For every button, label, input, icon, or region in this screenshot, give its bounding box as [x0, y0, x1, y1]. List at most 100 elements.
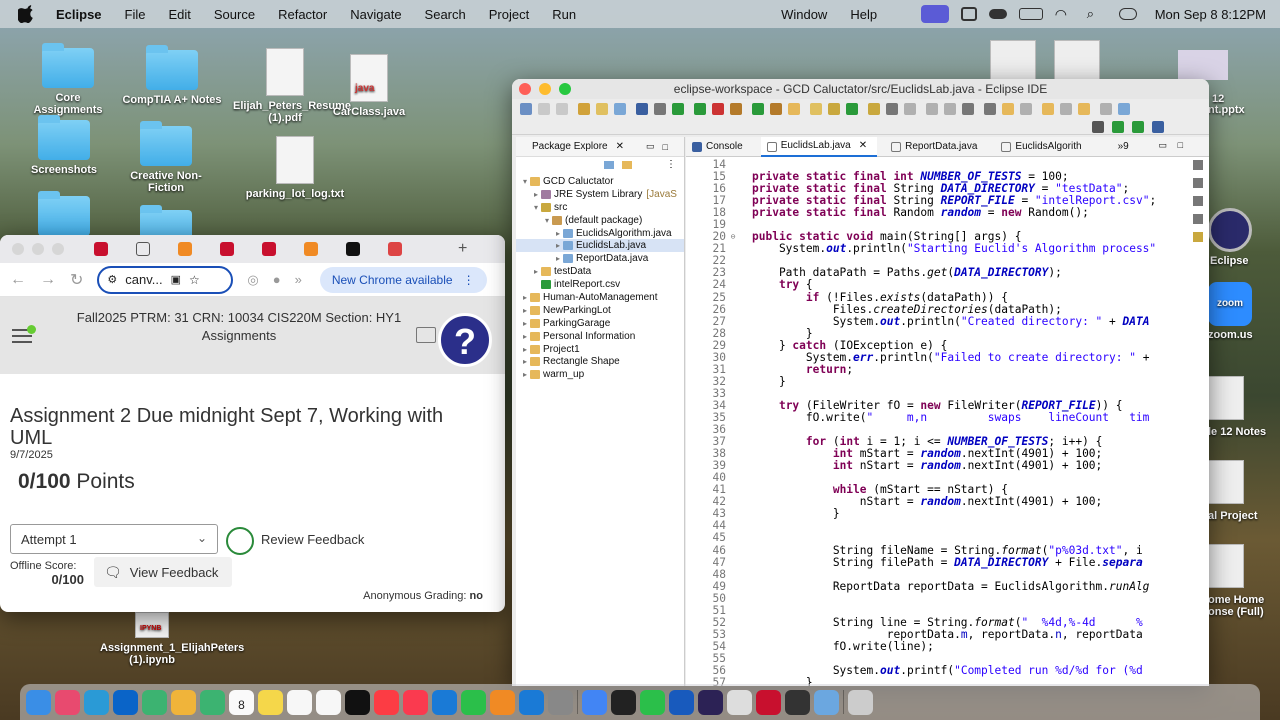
chevron-right-icon[interactable]: ▸: [520, 306, 530, 315]
chevron-down-icon[interactable]: ▾: [531, 203, 541, 212]
word-icon[interactable]: [669, 689, 694, 715]
desktop-folder-core-assignments[interactable]: Core Assignments: [20, 43, 116, 116]
tab-icon-5[interactable]: [262, 242, 276, 256]
pin-icon[interactable]: [846, 103, 858, 115]
fold-marker-icon[interactable]: [728, 605, 738, 617]
tab-euclidsalgorithm[interactable]: EuclidsAlgorith: [995, 137, 1091, 157]
fold-marker-icon[interactable]: [728, 183, 738, 195]
tab-euclidslab[interactable]: EuclidsLab.java ✕: [760, 136, 878, 157]
fold-marker-icon[interactable]: [728, 520, 738, 532]
new-package-icon[interactable]: [730, 103, 742, 115]
link-editor-icon[interactable]: [622, 161, 632, 169]
code-editor[interactable]: 14 15 private static final int NUMBER_OF_T…: [686, 159, 1209, 686]
problems-icon[interactable]: [1193, 196, 1203, 206]
desktop-file-ipynb[interactable]: IPYNB Assignment_1_ElijahPeters (1).ipyn…: [100, 612, 244, 666]
close-dot[interactable]: [12, 243, 24, 255]
tab-icon-6[interactable]: [304, 242, 318, 256]
fold-marker-icon[interactable]: [728, 364, 738, 376]
desktop-file-parking-log[interactable]: parking_lot_log.txt: [245, 136, 345, 200]
forward-dropdown-icon[interactable]: [1100, 103, 1112, 115]
fold-marker-icon[interactable]: [728, 388, 738, 400]
new-icon[interactable]: [520, 103, 532, 115]
new-window-icon[interactable]: [1118, 103, 1130, 115]
chevron-right-icon[interactable]: ▸: [520, 345, 530, 354]
chrome-icon[interactable]: [582, 689, 607, 715]
trash-icon[interactable]: [848, 689, 873, 715]
view-feedback-button[interactable]: 🗨 View Feedback: [94, 557, 232, 587]
fold-marker-icon[interactable]: [728, 207, 738, 219]
back-icon[interactable]: [1042, 103, 1054, 115]
fold-marker-icon[interactable]: [728, 159, 738, 171]
control-center-icon[interactable]: [1118, 8, 1137, 20]
progress-icon[interactable]: [640, 689, 665, 715]
tab-icon-1[interactable]: [94, 242, 108, 256]
debug-perspective-icon[interactable]: [1152, 121, 1164, 133]
save-icon[interactable]: [538, 103, 550, 115]
minimize-view-icon[interactable]: ▭: [646, 141, 655, 152]
fold-marker-icon[interactable]: [728, 508, 738, 520]
chevron-right-icon[interactable]: ▸: [520, 293, 530, 302]
chevron-right-icon[interactable]: ▸: [520, 319, 530, 328]
tab-console[interactable]: Console: [686, 137, 753, 157]
package-explorer-tab[interactable]: Package Explore ✕ ▭ □: [516, 137, 684, 157]
battery-icon[interactable]: [1018, 8, 1043, 20]
fold-marker-icon[interactable]: [728, 171, 738, 183]
fold-marker-icon[interactable]: [728, 641, 738, 653]
grammarly-icon[interactable]: [960, 7, 977, 21]
close-icon[interactable]: ✕: [859, 140, 867, 151]
review-feedback-link[interactable]: Review Feedback: [261, 532, 364, 547]
tree-item[interactable]: ▸ NewParkingLot: [516, 304, 684, 317]
highlight-icon[interactable]: [868, 103, 880, 115]
menu-clock[interactable]: Mon Sep 8 8:12PM: [1155, 7, 1266, 22]
fold-marker-icon[interactable]: ⊖: [728, 231, 738, 243]
music-icon[interactable]: [374, 689, 399, 715]
fold-marker-icon[interactable]: [728, 352, 738, 364]
fold-marker-icon[interactable]: [728, 496, 738, 508]
chevron-right-icon[interactable]: ▸: [520, 332, 530, 341]
debug-icon[interactable]: [694, 103, 706, 115]
outlook-icon[interactable]: [113, 689, 138, 715]
tree-item[interactable]: ▸ ReportData.java: [516, 252, 684, 265]
stop-icon[interactable]: [712, 103, 724, 115]
fold-marker-icon[interactable]: [728, 629, 738, 641]
kebab-menu-icon[interactable]: ⋮: [463, 273, 475, 287]
fold-marker-icon[interactable]: [728, 557, 738, 569]
desktop-folder-comptia[interactable]: CompTIA A+ Notes: [122, 45, 222, 106]
menu-project[interactable]: Project: [489, 7, 529, 22]
fold-marker-icon[interactable]: [728, 376, 738, 388]
fold-marker-icon[interactable]: [728, 581, 738, 593]
fold-marker-icon[interactable]: [728, 460, 738, 472]
prev-annotation-icon[interactable]: [1020, 103, 1032, 115]
fold-marker-icon[interactable]: [728, 243, 738, 255]
fold-marker-icon[interactable]: [728, 545, 738, 557]
back-icon[interactable]: ←: [10, 271, 26, 289]
more-chevron-icon[interactable]: »: [295, 272, 302, 287]
photos-icon[interactable]: [171, 689, 196, 715]
forward-icon[interactable]: →: [40, 271, 56, 289]
menu-refactor[interactable]: Refactor: [278, 7, 327, 22]
review-feedback-icon[interactable]: [226, 527, 254, 555]
menu-navigate[interactable]: Navigate: [350, 7, 401, 22]
launchpad-icon[interactable]: [55, 689, 80, 715]
new-class-icon[interactable]: [752, 103, 764, 115]
chevron-right-icon[interactable]: ▸: [553, 254, 563, 263]
search-icon[interactable]: [1092, 121, 1104, 133]
fold-marker-icon[interactable]: [728, 267, 738, 279]
fold-marker-icon[interactable]: [728, 279, 738, 291]
tree-item[interactable]: ▸ warm_up: [516, 368, 684, 381]
address-bar[interactable]: ⚙ canv... ▣ ☆: [97, 265, 234, 294]
freeform-icon[interactable]: [316, 689, 341, 715]
zoom-app-icon[interactable]: zoom: [1208, 282, 1252, 326]
open-type-icon[interactable]: [770, 103, 782, 115]
open-perspective-icon[interactable]: [1112, 121, 1124, 133]
bookmark-star-icon[interactable]: ☆: [189, 273, 200, 287]
wifi-icon[interactable]: ◠: [1055, 7, 1075, 21]
menu-app-name[interactable]: Eclipse: [56, 7, 102, 22]
task-list-icon[interactable]: [1193, 178, 1203, 188]
redo-icon[interactable]: [596, 103, 608, 115]
apple-icon[interactable]: [18, 5, 36, 23]
back-dropdown-icon[interactable]: [1060, 103, 1072, 115]
notes-icon[interactable]: [258, 689, 283, 715]
facetime-icon[interactable]: [200, 689, 225, 715]
tab-overflow[interactable]: »9: [1118, 141, 1129, 152]
